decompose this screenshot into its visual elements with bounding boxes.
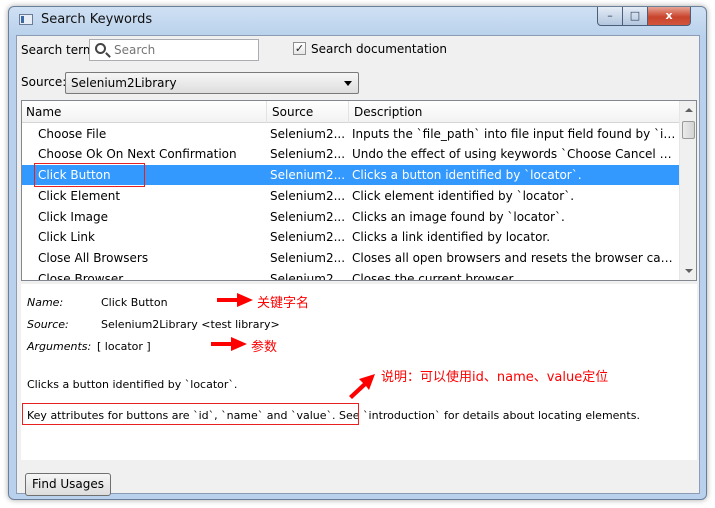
table-scrollbar[interactable] [679,101,696,280]
details-arguments-key: Arguments: [27,340,92,353]
annotation-box-key-attributes [22,403,359,425]
search-keywords-window: Search Keywords – □ x Search term: ✓ Sea… [8,6,707,500]
search-input[interactable] [114,42,254,58]
search-term-label: Search term: [21,43,99,57]
details-source-value: Selenium2Library <test library> [101,318,280,331]
keyword-description: Inputs the `file_path` into file input f… [352,127,678,141]
table-row[interactable]: Click Link Selenium2... Clicks a link id… [22,227,681,247]
keyword-source: Selenium2... [270,230,346,244]
keyword-source: Selenium2... [270,147,346,161]
table-row[interactable]: Click Image Selenium2... Clicks an image… [22,207,681,227]
keyword-description: Clicks a link identified by locator. [352,230,551,244]
keyword-description: Click element identified by `locator`. [352,189,575,203]
dialog-client-area: Search term: ✓ Search documentation Sour… [16,35,700,496]
scrollbar-thumb[interactable] [682,121,695,139]
title-bar[interactable]: Search Keywords – □ x [9,7,706,33]
close-button[interactable]: x [647,7,691,26]
column-header-name[interactable]: Name [26,105,61,119]
details-arguments-value: [ locator ] [97,340,151,353]
keyword-name: Choose Ok On Next Confirmation [38,147,237,161]
column-header-description[interactable]: Description [354,105,422,119]
keyword-description: Closes the current browser. [352,272,517,281]
search-box[interactable] [89,39,259,61]
keyword-name: Click Image [38,210,108,224]
table-row[interactable]: Click Element Selenium2... Click element… [22,186,681,206]
keyword-description: Clicks a button identified by `locator`. [352,168,582,182]
keyword-source: Selenium2... [270,168,346,182]
table-row[interactable]: Close Browser Selenium2... Closes the cu… [22,269,681,281]
source-label: Source: [21,75,67,89]
keyword-name: Close Browser [38,272,124,281]
search-icon [95,43,106,54]
keyword-source: Selenium2... [270,251,346,265]
chevron-down-icon [344,81,352,86]
window-title: Search Keywords [41,12,153,27]
documentation-see-introduction: See `introduction` for details about loc… [335,409,640,422]
table-row[interactable]: Choose Ok On Next Confirmation Selenium2… [22,144,681,164]
keyword-name: Close All Browsers [38,251,149,265]
annotation-arguments: 参数 [251,340,278,355]
find-usages-button[interactable]: Find Usages [25,473,111,496]
keyword-name: Choose File [38,127,107,141]
minimize-button[interactable]: – [597,7,623,26]
keywords-table: Name Source Description Choose File Sele… [21,100,697,281]
keyword-description: Clicks an image found by `locator`. [352,210,565,224]
column-divider[interactable] [348,101,349,123]
keyword-description: Undo the effect of using keywords `Choos… [352,147,678,161]
keyword-name: Click Element [38,189,121,203]
table-row[interactable]: Choose File Selenium2... Inputs the `fil… [22,124,681,144]
table-header: Name Source Description [22,101,681,123]
annotation-description: 说明：可以使用id、name、value定位 [381,370,609,385]
search-documentation-label: Search documentation [311,42,447,56]
annotation-box-selected-keyword [34,163,145,187]
annotation-keyword-name: 关键字名 [257,296,310,311]
keyword-source: Selenium2... [270,210,346,224]
column-divider[interactable] [266,101,267,123]
column-header-source[interactable]: Source [272,105,313,119]
documentation-line-1: Clicks a button identified by `locator`. [27,378,238,391]
details-source-key: Source: [27,318,69,331]
app-icon [19,14,33,25]
keyword-source: Selenium2... [270,127,346,141]
scroll-up-arrow-icon[interactable] [685,108,693,112]
keyword-source: Selenium2... [270,189,346,203]
scroll-down-arrow-icon[interactable] [685,269,693,273]
source-select[interactable]: Selenium2Library [65,72,359,94]
keyword-name: Click Link [38,230,95,244]
maximize-button[interactable]: □ [622,7,648,26]
search-documentation-checkbox[interactable]: ✓ [293,42,306,55]
details-name-value: Click Button [101,296,168,309]
details-name-key: Name: [27,296,64,309]
table-row[interactable]: Close All Browsers Selenium2... Closes a… [22,248,681,268]
source-select-value: Selenium2Library [71,76,177,90]
keyword-description: Closes all open browsers and resets the … [352,251,678,265]
keyword-source: Selenium2... [270,272,346,281]
